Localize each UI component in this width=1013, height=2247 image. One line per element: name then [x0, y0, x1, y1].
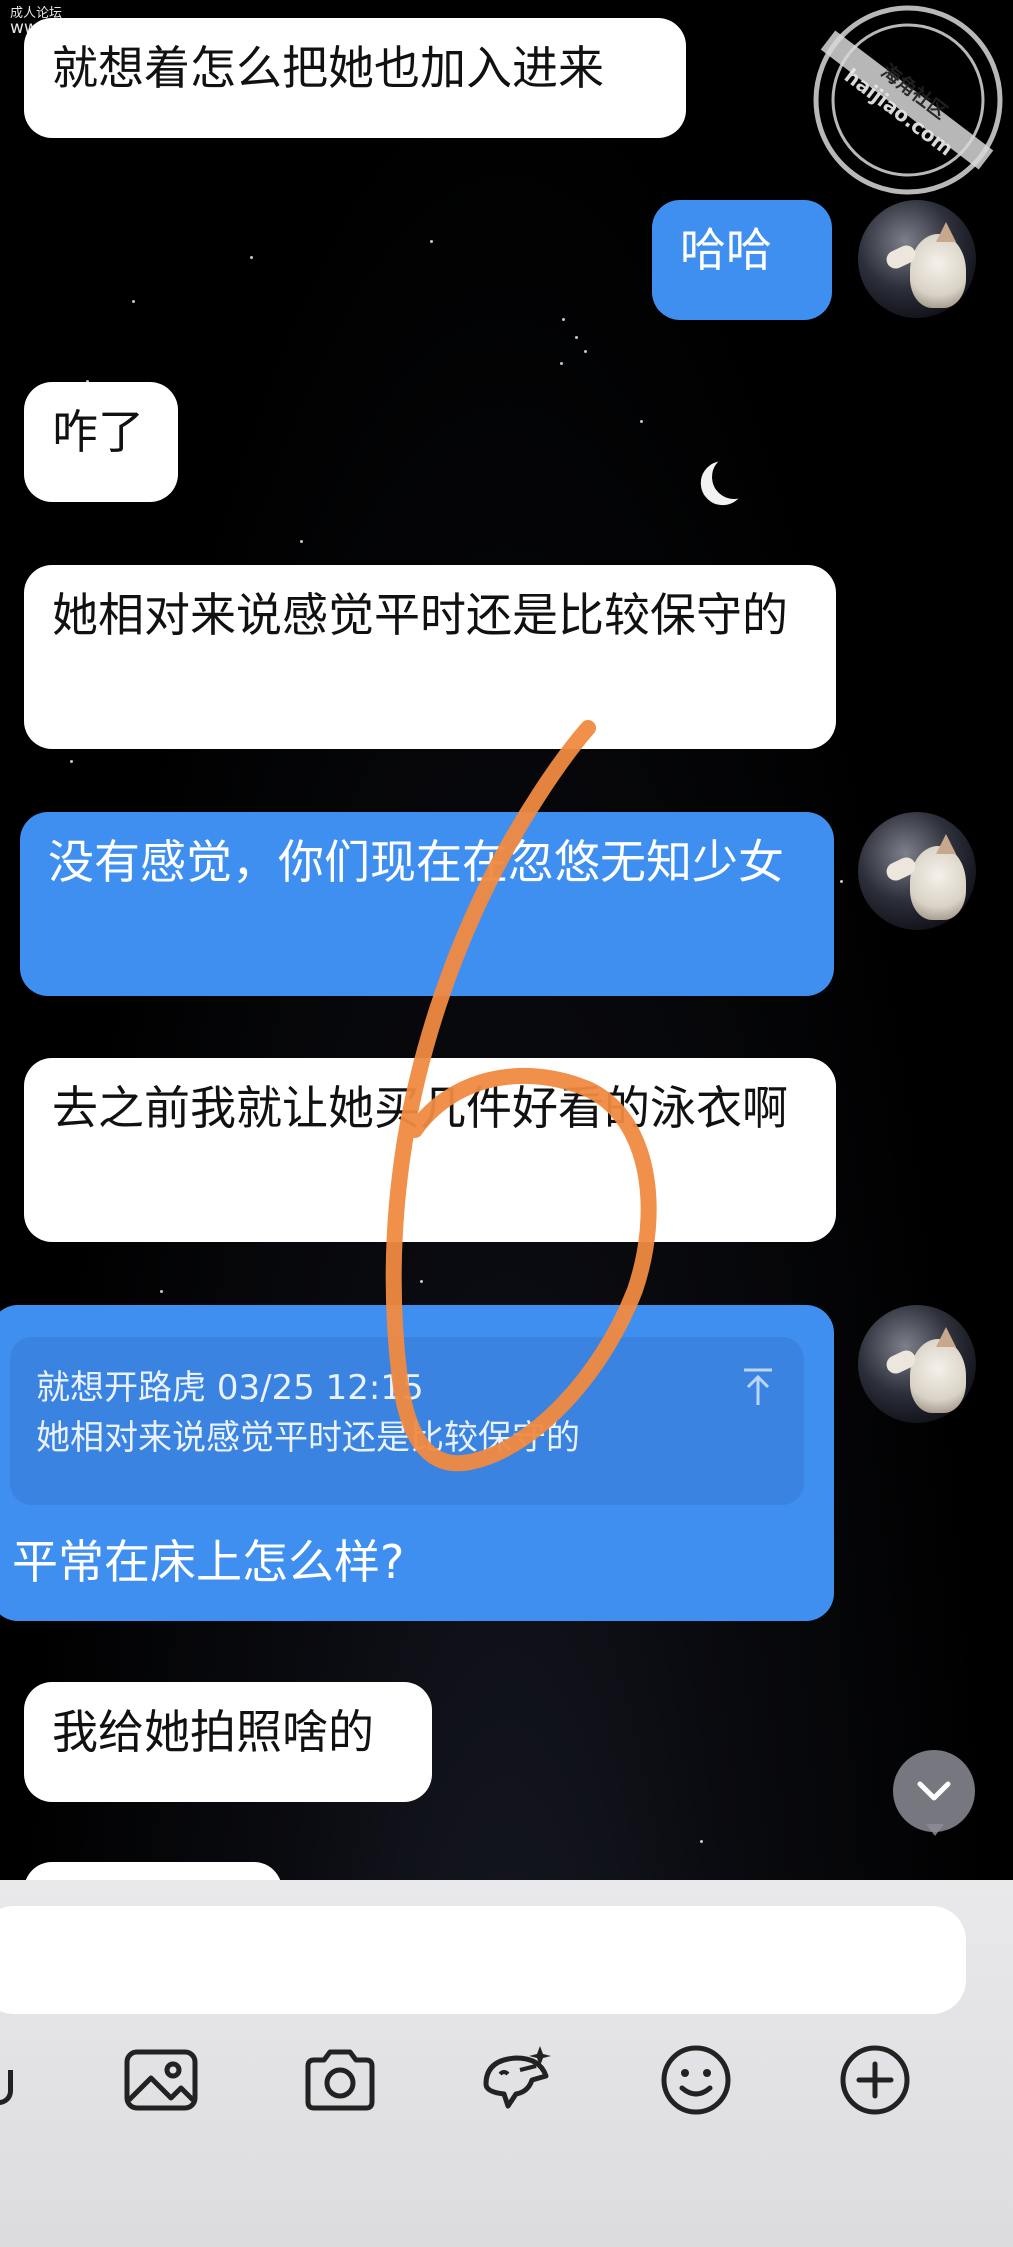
quote-text: 她相对来说感觉平时还是比较保守的 [36, 1418, 580, 1458]
message-text: 咋了 [52, 405, 144, 459]
chevron-down-icon [917, 1781, 951, 1801]
message-text: 就想着怎么把她也加入进来 [52, 41, 604, 95]
voice-icon-partial[interactable] [0, 2070, 13, 2105]
message-bubble-incoming[interactable]: 我给她拍照啥的 [24, 1682, 432, 1802]
quote-meta: 就想开路虎 03/25 12:15 [36, 1365, 778, 1411]
scroll-button-tail [926, 1824, 944, 1836]
jump-to-original-icon[interactable] [742, 1367, 774, 1407]
message-text: 她相对来说感觉平时还是比较保守的 [52, 588, 788, 642]
message-text: 去之前我就让她买几件好看的泳衣啊 [52, 1081, 788, 1135]
plus-icon[interactable] [835, 2040, 915, 2120]
message-text: 我给她拍照啥的 [52, 1705, 374, 1759]
message-bubble-outgoing[interactable]: 没有感觉，你们现在在忽悠无知少女 [20, 812, 834, 996]
user-avatar[interactable] [858, 200, 976, 318]
scroll-to-bottom-button[interactable] [893, 1750, 975, 1832]
message-text: 没有感觉，你们现在在忽悠无知少女 [48, 835, 784, 889]
message-bubble-outgoing[interactable]: 哈哈 [652, 200, 832, 320]
message-text: 平常在床上怎么样? [12, 1535, 405, 1589]
quote-sender: 就想开路虎 [36, 1368, 206, 1408]
message-bubble-incoming[interactable]: 她相对来说感觉平时还是比较保守的 [24, 565, 836, 749]
sticker-icon[interactable] [476, 2040, 556, 2120]
emoji-icon[interactable] [656, 2040, 736, 2120]
message-text: 哈哈 [680, 223, 772, 277]
message-input[interactable] [0, 1906, 966, 2014]
haijiao-seal-logo: 海角社区 haijiao.com [813, 5, 1003, 195]
composer-panel [0, 1880, 1013, 2247]
quoted-reply[interactable]: 就想开路虎 03/25 12:15 她相对来说感觉平时还是比较保守的 [10, 1337, 804, 1505]
user-avatar[interactable] [858, 1305, 976, 1423]
camera-icon[interactable] [300, 2040, 380, 2120]
user-avatar[interactable] [858, 812, 976, 930]
image-icon[interactable] [121, 2040, 201, 2120]
chat-screen: 成人论坛 www.v43d.com 海角社区 haijiao.com 就想着怎么… [0, 0, 1013, 2247]
message-bubble-incoming[interactable]: 咋了 [24, 382, 178, 502]
message-bubble-incoming[interactable]: 就想着怎么把她也加入进来 [24, 18, 686, 138]
quote-timestamp: 03/25 12:15 [216, 1368, 424, 1408]
message-bubble-incoming[interactable]: 去之前我就让她买几件好看的泳衣啊 [24, 1058, 836, 1242]
